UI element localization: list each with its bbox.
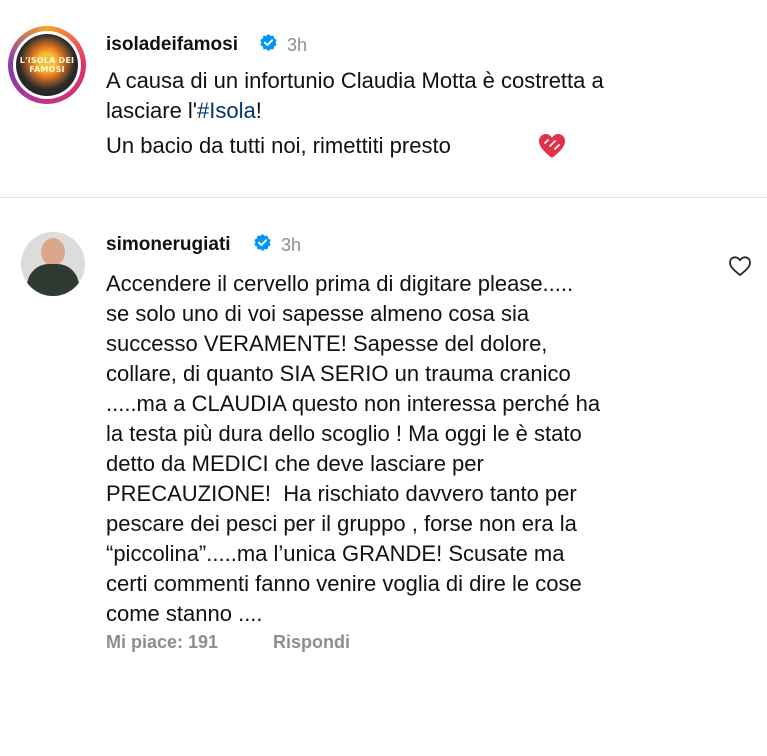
caption-text: lasciare l': [106, 98, 198, 123]
comment-text: Accendere il cervello prima di digitare …: [106, 271, 601, 626]
logo-text: L'ISOLA DEI FAMOSI: [19, 56, 75, 74]
post-username[interactable]: isoladeifamosi: [106, 34, 238, 56]
verified-badge-icon: [260, 33, 277, 52]
simonerugiati-avatar[interactable]: [21, 232, 85, 296]
comment: simonerugiati 3h Accendere il cervello p…: [0, 198, 767, 756]
caption-text-end: !: [255, 98, 262, 123]
post-caption-line2: lasciare l'#Isola!: [106, 96, 262, 126]
comment-time: 3h: [281, 235, 302, 255]
post-caption-line1: A causa di un infortunio Claudia Motta è…: [106, 68, 604, 93]
avatar-body: [27, 264, 79, 296]
isola-logo: L'ISOLA DEI FAMOSI: [16, 34, 78, 96]
hashtag-link[interactable]: #Isola: [197, 98, 256, 123]
isoladeifamosi-avatar[interactable]: L'ISOLA DEI FAMOSI: [8, 26, 86, 104]
reply-button[interactable]: Rispondi: [273, 632, 350, 653]
heart-outline-icon[interactable]: [728, 255, 752, 277]
post-time: 3h: [287, 35, 308, 55]
caption-post: L'ISOLA DEI FAMOSI isoladeifamosi 3h A c…: [0, 0, 767, 197]
verified-badge-icon: [254, 233, 271, 252]
heart-emoji-icon: [539, 134, 565, 158]
avatar-head: [41, 238, 65, 266]
post-caption-line3: Un bacio da tutti noi, rimettiti presto: [106, 133, 451, 158]
likes-count[interactable]: Mi piace: 191: [106, 632, 218, 653]
comment-username[interactable]: simonerugiati: [106, 234, 231, 256]
